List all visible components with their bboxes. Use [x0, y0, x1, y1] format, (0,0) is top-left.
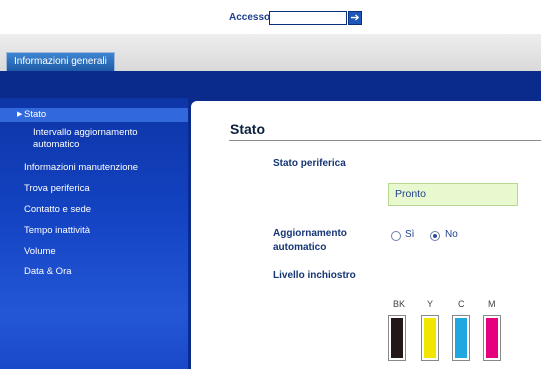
sidebar-item-find-device[interactable]: Trova periferica	[0, 183, 188, 197]
sidebar-item-label: Volume	[24, 246, 56, 257]
sidebar-item-label: Contatto e sede	[24, 204, 92, 215]
sidebar-item-label: Informazioni manutenzione	[24, 162, 139, 173]
password-input[interactable]	[269, 11, 347, 25]
ink-label-c: C	[458, 299, 465, 309]
sidebar-item-volume[interactable]: Volume	[0, 246, 188, 260]
ink-gauge-bk	[388, 315, 406, 361]
page-title: Stato	[230, 121, 265, 137]
ink-gauge-c	[452, 315, 470, 361]
ink-label-m: M	[488, 299, 496, 309]
radio-yes[interactable]	[391, 231, 401, 241]
sidebar-item-contact-location[interactable]: Contatto e sede	[0, 204, 188, 218]
sidebar-item-label: Tempo inattività	[24, 225, 91, 236]
sidebar-item-maintenance-info[interactable]: Informazioni manutenzione	[0, 162, 188, 176]
device-status-value: Pronto	[388, 183, 518, 206]
ink-gauge-m	[483, 315, 501, 361]
ink-level-label: Livello inchiostro	[273, 270, 356, 281]
title-divider	[229, 140, 541, 141]
sidebar-item-date-time[interactable]: Data & Ora	[0, 266, 188, 280]
radio-no-label: No	[445, 229, 458, 240]
sidebar-item-label: automatico	[33, 139, 80, 150]
radio-no[interactable]	[430, 231, 440, 241]
tab-general-info[interactable]: Informazioni generali	[6, 52, 115, 71]
ink-fill-m	[486, 318, 498, 358]
sidebar-item-label: Trova periferica	[24, 183, 90, 194]
sidebar-item-stato[interactable]: ▶ Stato	[0, 108, 188, 122]
sidebar-item-refresh-interval[interactable]: Intervallo aggiornamento automatico	[0, 127, 188, 155]
arrow-right-icon: ➔	[350, 11, 360, 24]
ink-gauge-y	[421, 315, 439, 361]
triangle-right-icon: ▶	[17, 111, 23, 118]
login-label: Accesso	[229, 12, 271, 23]
ink-label-y: Y	[427, 299, 434, 309]
ink-fill-y	[424, 318, 436, 358]
sidebar-item-sleep-time[interactable]: Tempo inattività	[0, 225, 188, 239]
auto-refresh-label: Aggiornamento automatico	[273, 227, 347, 255]
sidebar-item-label: Intervallo aggiornamento	[33, 127, 138, 138]
ink-label-bk: BK	[393, 299, 406, 309]
sidebar-item-label: Stato	[24, 109, 47, 120]
ink-fill-bk	[391, 318, 403, 358]
header-band	[0, 71, 541, 98]
ink-fill-c	[455, 318, 467, 358]
top-bar: Accesso ➔	[0, 0, 541, 35]
radio-yes-label: Sì	[405, 229, 415, 240]
sidebar-item-label: Data & Ora	[24, 266, 72, 277]
device-status-label: Stato periferica	[273, 158, 346, 169]
login-submit-button[interactable]: ➔	[348, 11, 362, 25]
auto-refresh-label-line2: automatico	[273, 242, 327, 253]
auto-refresh-label-line1: Aggiornamento	[273, 228, 347, 239]
